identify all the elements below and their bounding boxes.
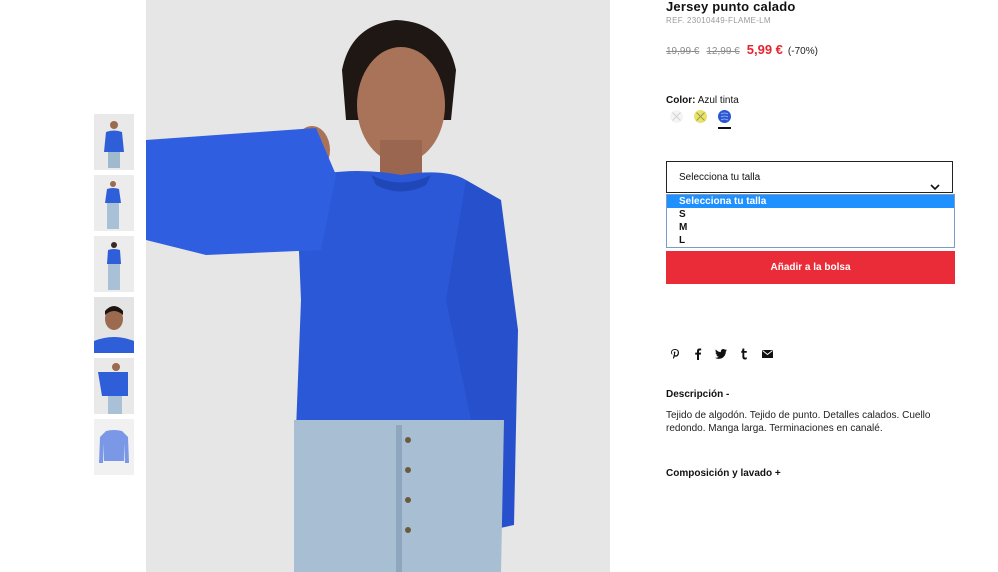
facebook-icon[interactable] [691, 347, 705, 361]
thumbnail-1[interactable] [94, 114, 134, 170]
color-swatches [669, 109, 732, 129]
description-toggle[interactable]: Descripción - [666, 389, 729, 400]
thumbnail-gallery [94, 114, 134, 480]
size-option-l[interactable]: L [667, 234, 954, 247]
color-swatch-blue[interactable] [717, 109, 732, 129]
size-option-s[interactable]: S [667, 208, 954, 221]
size-select[interactable]: Selecciona tu talla [666, 161, 953, 193]
size-dropdown-list: Selecciona tu talla S M L [666, 194, 955, 248]
product-reference: REF. 23010449-FLAME-LM [666, 16, 771, 25]
color-label: Color: [666, 95, 696, 106]
product-title: Jersey punto calado [666, 0, 796, 14]
product-main-image[interactable] [146, 0, 610, 572]
thumbnail-6[interactable] [94, 419, 134, 475]
thumbnail-5[interactable] [94, 358, 134, 414]
color-label-row: Color: Azul tinta [666, 95, 739, 106]
price-block: 19,99 € 12,99 € 5,99 € (-70%) [666, 41, 818, 59]
price-original: 19,99 € [666, 46, 700, 57]
color-value: Azul tinta [697, 95, 739, 106]
email-icon[interactable] [760, 347, 774, 361]
composition-toggle[interactable]: Composición y lavado + [666, 468, 781, 479]
color-swatch-white[interactable] [669, 109, 684, 124]
price-previous: 12,99 € [706, 46, 740, 57]
description-text: Tejido de algodón. Tejido de punto. Deta… [666, 410, 931, 434]
thumbnail-3[interactable] [94, 236, 134, 292]
size-option-placeholder[interactable]: Selecciona tu talla [667, 195, 954, 208]
price-current: 5,99 € [746, 42, 783, 57]
twitter-icon[interactable] [714, 347, 728, 361]
color-swatch-yellow[interactable] [693, 109, 708, 124]
share-icons [668, 347, 774, 361]
tumblr-icon[interactable] [737, 347, 751, 361]
thumbnail-4[interactable] [94, 297, 134, 353]
add-to-bag-button[interactable]: Añadir a la bolsa [666, 251, 955, 284]
size-option-m[interactable]: M [667, 221, 954, 234]
pinterest-icon[interactable] [668, 347, 682, 361]
size-select-value: Selecciona tu talla [679, 172, 761, 183]
thumbnail-2[interactable] [94, 175, 134, 231]
price-discount: (-70%) [787, 46, 818, 57]
